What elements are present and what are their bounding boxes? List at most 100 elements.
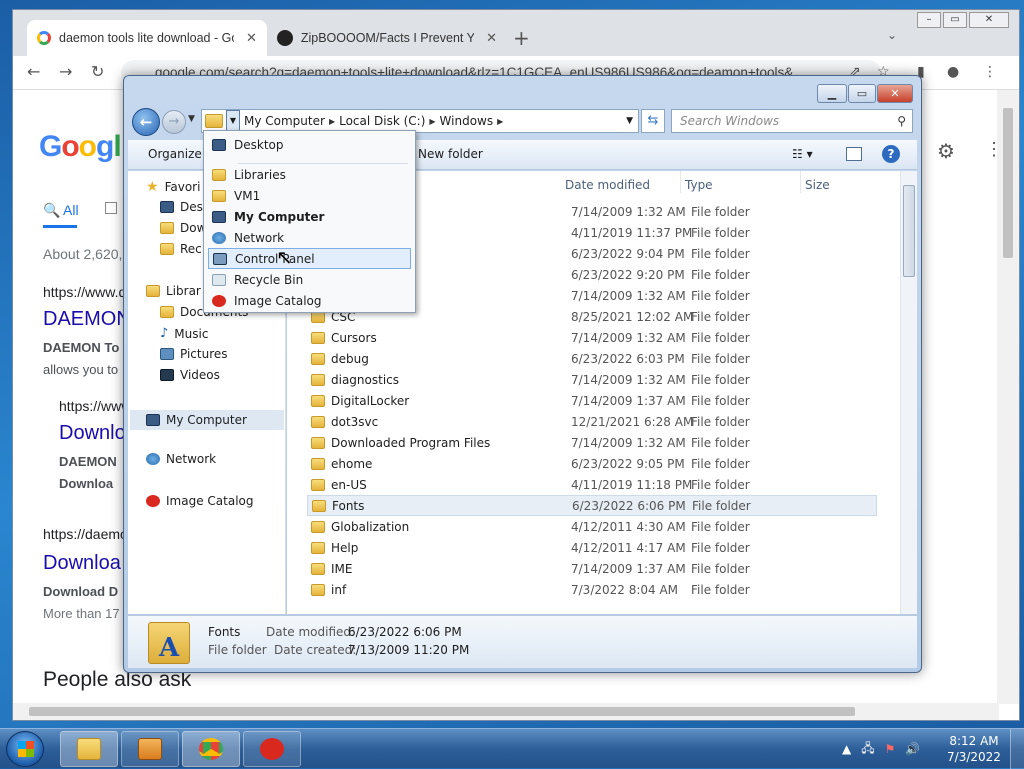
file-row[interactable]: Globalization 4/12/2011 4:30 AM File folde… — [307, 516, 877, 537]
breadcrumb-local-disk[interactable]: Local Disk (C:) — [335, 114, 429, 128]
taskbar-chrome-button[interactable] — [182, 731, 240, 767]
new-tab-button[interactable]: + — [513, 26, 530, 50]
refresh-icon[interactable]: ⇆ — [641, 109, 665, 133]
nav-libraries[interactable]: Librar — [146, 284, 201, 298]
file-row[interactable]: dot3svc 12/21/2021 6:28 AM File folder — [307, 411, 877, 432]
nav-label: Librar — [166, 284, 201, 298]
tab-github[interactable]: ZipBOOOOM/Facts I Prevent You ✕ — [267, 20, 507, 56]
nav-recent-places[interactable]: Rec — [160, 242, 202, 256]
file-row[interactable]: inf 7/3/2022 8:04 AM File folder — [307, 579, 877, 600]
nav-music[interactable]: ♪ Music — [160, 326, 208, 341]
back-arrow-icon[interactable]: ← — [27, 62, 40, 81]
dropdown-item-network[interactable]: Network — [208, 227, 411, 248]
show-desktop-button[interactable] — [1010, 729, 1024, 769]
nav-pictures[interactable]: Pictures — [160, 347, 228, 361]
search-input[interactable]: Search Windows ⚲ — [671, 109, 913, 133]
change-view-icon[interactable]: ☷ ▾ — [792, 147, 813, 161]
reload-icon[interactable]: ↻ — [91, 62, 104, 81]
dropdown-item-image-catalog[interactable]: Image Catalog — [208, 290, 411, 311]
google-logo[interactable]: Googl — [39, 130, 122, 164]
result-title-link[interactable]: DAEMON — [43, 308, 131, 331]
maximize-button[interactable]: ▭ — [943, 12, 967, 28]
new-folder-button[interactable]: New folder — [418, 147, 483, 161]
show-hidden-icons-icon[interactable]: ▲ — [842, 742, 851, 756]
close-tab-icon[interactable]: ✕ — [246, 30, 257, 46]
forward-arrow-icon[interactable]: → — [59, 62, 72, 81]
recent-pages-chevron-icon[interactable]: ▼ — [188, 114, 195, 124]
nav-image-catalog[interactable]: Image Catalog — [146, 494, 253, 508]
nav-videos[interactable]: Videos — [160, 368, 220, 382]
nav-downloads[interactable]: Dow — [160, 221, 206, 235]
videos-tab-icon[interactable] — [105, 202, 117, 214]
desktop-icon — [160, 201, 174, 213]
close-tab-icon[interactable]: ✕ — [486, 30, 497, 46]
start-button[interactable] — [6, 731, 44, 767]
dropdown-item-desktop[interactable]: Desktop — [208, 134, 411, 155]
explorer-maximize-button[interactable]: ▭ — [848, 84, 876, 103]
file-date: 8/25/2021 12:02 AM — [571, 309, 694, 324]
sub-result-title-link[interactable]: Downlo — [59, 422, 126, 445]
network-tray-icon[interactable]: 🖧 — [861, 739, 874, 760]
nav-my-computer[interactable]: My Computer — [130, 410, 284, 430]
tab-search-chevron-icon[interactable]: ⌄ — [887, 28, 897, 42]
gear-icon[interactable]: ⚙ — [937, 139, 955, 164]
explorer-minimize-button[interactable]: ▁ — [817, 84, 847, 103]
file-row[interactable]: en-US 4/11/2019 11:18 PM File folder — [307, 474, 877, 495]
file-row[interactable]: debug 6/23/2022 6:03 PM File folder — [307, 348, 877, 369]
file-type: File folder — [691, 519, 750, 534]
page-horizontal-scrollbar[interactable] — [13, 703, 999, 720]
scrollbar-thumb[interactable] — [1003, 108, 1013, 258]
nav-network[interactable]: Network — [146, 452, 216, 466]
file-name-cell: Globalization — [311, 520, 409, 534]
file-row[interactable]: Downloaded Program Files 7/14/2009 1:32 A… — [307, 432, 877, 453]
breadcrumb-windows[interactable]: Windows — [436, 114, 498, 128]
explorer-close-button[interactable]: ✕ — [877, 84, 913, 103]
column-divider[interactable] — [680, 171, 681, 193]
action-center-flag-icon[interactable]: ⚑ — [885, 742, 896, 756]
tab-google-search[interactable]: daemon tools lite download - Go ✕ — [27, 20, 267, 56]
organize-button[interactable]: Organize — [148, 147, 202, 161]
column-header-size[interactable]: Size — [805, 178, 830, 192]
profile-avatar-icon[interactable]: ● — [947, 64, 959, 80]
scrollbar-thumb[interactable] — [903, 185, 915, 277]
dropdown-item-control-panel[interactable]: Control Panel — [208, 248, 411, 269]
help-icon[interactable]: ? — [882, 145, 900, 163]
file-row[interactable]: ehome 6/23/2022 9:05 PM File folder — [307, 453, 877, 474]
nav-favorites[interactable]: ★ Favori — [146, 179, 200, 195]
minimize-button[interactable]: – — [917, 12, 941, 28]
result-title-link[interactable]: Downloa — [43, 552, 121, 575]
address-history-chevron-icon[interactable]: ▼ — [621, 116, 638, 126]
file-row[interactable]: IME 7/14/2009 1:37 AM File folder — [307, 558, 877, 579]
dropdown-item-libraries[interactable]: Libraries — [208, 164, 411, 185]
clock[interactable]: 8:12 AM 7/3/2022 — [944, 733, 1004, 765]
column-header-date-modified[interactable]: Date modified — [565, 178, 650, 192]
nav-desktop[interactable]: Desl — [160, 200, 206, 214]
tab-all[interactable]: All — [63, 202, 79, 218]
taskbar-media-player-button[interactable] — [121, 731, 179, 767]
location-dropdown-chevron-icon[interactable]: ▼ — [226, 110, 240, 132]
dropdown-item-my-computer[interactable]: My Computer — [208, 206, 411, 227]
page-vertical-scrollbar[interactable] — [997, 90, 1019, 704]
dropdown-item-vm1[interactable]: VM1 — [208, 185, 411, 206]
close-window-button[interactable]: ✕ — [969, 12, 1009, 28]
taskbar-daemon-tools-button[interactable] — [243, 731, 301, 767]
taskbar-explorer-button[interactable] — [60, 731, 118, 767]
preview-pane-icon[interactable] — [846, 147, 862, 161]
volume-icon[interactable]: 🔊 — [905, 742, 920, 756]
file-row[interactable]: diagnostics 7/14/2009 1:32 AM File folder — [307, 369, 877, 390]
breadcrumb-my-computer[interactable]: My Computer — [240, 114, 329, 128]
column-divider[interactable] — [800, 171, 801, 193]
dropdown-item-recycle-bin[interactable]: Recycle Bin — [208, 269, 411, 290]
file-row[interactable]: Fonts 6/23/2022 6:06 PM File folder — [307, 495, 877, 516]
back-arrow-icon[interactable]: ← — [132, 108, 160, 136]
chrome-menu-icon[interactable]: ⋮ — [983, 64, 997, 80]
column-header-type[interactable]: Type — [685, 178, 713, 192]
file-list-scrollbar[interactable] — [900, 171, 917, 614]
scrollbar-thumb[interactable] — [29, 707, 855, 716]
breadcrumb-arrow-icon[interactable]: ▶ — [497, 117, 503, 126]
file-row[interactable]: DigitalLocker 7/14/2009 1:37 AM File folde… — [307, 390, 877, 411]
forward-arrow-icon[interactable]: → — [162, 110, 186, 134]
file-row[interactable]: Help 4/12/2011 4:17 AM File folder — [307, 537, 877, 558]
file-row[interactable]: Cursors 7/14/2009 1:32 AM File folder — [307, 327, 877, 348]
folder-icon — [311, 541, 325, 554]
